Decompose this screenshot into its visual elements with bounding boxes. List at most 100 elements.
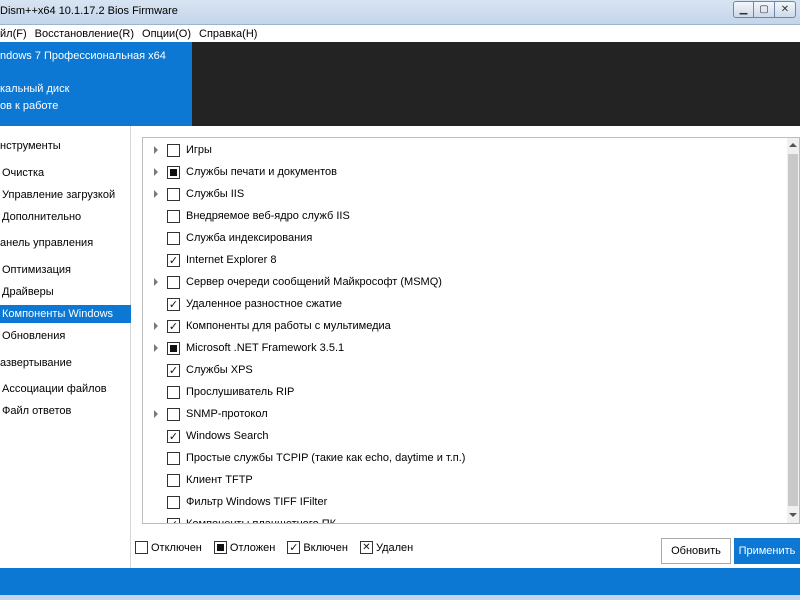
feature-checkbox[interactable] [167,165,180,179]
sidebar-category[interactable]: анель управления [0,234,93,252]
feature-checkbox[interactable] [167,275,180,289]
feature-label: Microsoft .NET Framework 3.5.1 [186,342,345,354]
expand-arrow-icon[interactable] [154,168,158,176]
menu-options[interactable]: Опции(O) [142,28,191,40]
scroll-down-icon[interactable] [789,513,797,517]
sidebar-item[interactable]: Оптимизация [0,261,71,279]
feature-checkbox[interactable] [167,297,180,311]
feature-row[interactable]: Сервер очереди сообщений Майкрософт (MSM… [143,271,783,293]
legend-deleted: Удален [359,541,413,554]
feature-label: Компоненты планшетного ПК [186,518,337,524]
feature-label: Удаленное разностное сжатие [186,298,343,310]
feature-row[interactable]: Удаленное разностное сжатие [143,293,783,315]
feature-checkbox[interactable] [167,495,180,509]
feature-row[interactable]: Внедряемое веб-ядро служб IIS [143,205,783,227]
crossed-box-icon [359,541,373,554]
legend-off-label: Отключен [151,541,202,554]
sidebar-item[interactable]: Обновления [0,327,65,345]
feature-checkbox[interactable] [167,429,180,443]
legend-partial-label: Отложен [229,541,276,554]
menu-file[interactable]: йл(F) [0,28,27,40]
menu-restore[interactable]: Восстановление(R) [35,28,134,40]
feature-label: Службы печати и документов [186,166,337,178]
feature-row[interactable]: Фильтр Windows TIFF IFilter [143,491,783,513]
refresh-button[interactable]: Обновить [661,538,731,564]
feature-checkbox[interactable] [167,143,180,157]
feature-row[interactable]: Служба индексирования [143,227,783,249]
legend-off: Отключен [135,541,202,554]
expand-arrow-icon[interactable] [154,344,158,352]
expand-arrow-icon[interactable] [154,322,158,330]
sidebar-item[interactable]: Ассоциации файлов [0,380,107,398]
os-name: ndows 7 Профессиональная x64 [0,50,166,62]
feature-label: Служба индексирования [186,232,313,244]
feature-label: Windows Search [186,430,269,442]
sidebar-item[interactable]: Компоненты Windows [0,305,131,323]
apply-button[interactable]: Применить [734,538,800,564]
feature-checkbox[interactable] [167,517,180,523]
feature-checkbox[interactable] [167,231,180,245]
feature-label: Компоненты для работы с мультимедиа [186,320,391,332]
scroll-up-icon[interactable] [789,143,797,147]
feature-row[interactable]: Microsoft .NET Framework 3.5.1 [143,337,783,359]
feature-label: Внедряемое веб-ядро служб IIS [186,210,350,222]
sidebar: нструменты Очистка Управление загрузкой Доп… [0,126,131,568]
feature-label: Фильтр Windows TIFF IFilter [186,496,328,508]
feature-checkbox[interactable] [167,385,180,399]
feature-label: Игры [186,144,212,156]
maximize-icon[interactable]: ▢ [754,1,775,18]
status-bar [0,568,800,595]
main-panel: Компоненты планшетного ПК Фильтр Windows … [131,126,800,568]
features-list: Компоненты планшетного ПК Фильтр Windows … [142,137,800,524]
feature-row[interactable]: SNMP-протокол [143,403,783,425]
sidebar-item[interactable]: Драйверы [0,283,54,301]
expand-arrow-icon[interactable] [154,190,158,198]
expand-arrow-icon[interactable] [154,146,158,154]
sidebar-category[interactable]: азвертывание [0,354,72,372]
legend-on: Включен [287,541,348,554]
feature-checkbox[interactable] [167,187,180,201]
legend-on-label: Включен [303,541,348,554]
feature-checkbox[interactable] [167,451,180,465]
close-icon[interactable]: ✕ [775,1,796,18]
expand-arrow-icon[interactable] [154,410,158,418]
feature-row[interactable]: Службы печати и документов [143,161,783,183]
checked-box-icon [287,541,301,554]
feature-label: Службы IIS [186,188,245,200]
expand-arrow-icon[interactable] [154,278,158,286]
feature-row[interactable]: Клиент TFTP [143,469,783,491]
sidebar-item[interactable]: Очистка [0,164,44,182]
feature-checkbox[interactable] [167,209,180,223]
feature-checkbox[interactable] [167,363,180,377]
session-header[interactable]: ndows 7 Профессиональная x64 кальный дис… [0,42,192,126]
feature-row[interactable]: Windows Search [143,425,783,447]
session-status: ов к работе [0,100,59,112]
feature-row[interactable]: Простые службы TCPIP (такие как echo, da… [143,447,783,469]
window-bottom-edge [0,595,800,600]
window-controls: ▁ ▢ ✕ [733,1,796,18]
sidebar-item[interactable]: Управление загрузкой [0,186,115,204]
feature-row[interactable]: Internet Explorer 8 [143,249,783,271]
feature-checkbox[interactable] [167,473,180,487]
sidebar-item[interactable]: Дополнительно [0,208,81,226]
feature-row[interactable]: Службы XPS [143,359,783,381]
disk-name: кальный диск [0,83,70,95]
sidebar-item[interactable]: Файл ответов [0,402,71,420]
feature-checkbox[interactable] [167,341,180,355]
feature-row[interactable]: Компоненты для работы с мультимедиа [143,315,783,337]
feature-checkbox[interactable] [167,253,180,267]
scroll-thumb[interactable] [788,154,798,506]
feature-row[interactable]: Прослушиватель RIP [143,381,783,403]
feature-row[interactable]: Игры [143,139,783,161]
sidebar-category[interactable]: нструменты [0,137,61,155]
minimize-icon[interactable]: ▁ [733,1,754,18]
feature-checkbox[interactable] [167,407,180,421]
menu-help[interactable]: Справка(H) [199,28,257,40]
feature-label: Клиент TFTP [186,474,253,486]
filled-box-icon [213,541,227,554]
vertical-scrollbar[interactable] [787,138,799,523]
feature-row[interactable]: Службы IIS [143,183,783,205]
feature-row[interactable]: Компоненты планшетного ПК [143,513,783,524]
window-title: Dism++x64 10.1.17.2 Bios Firmware [0,5,178,17]
feature-checkbox[interactable] [167,319,180,333]
